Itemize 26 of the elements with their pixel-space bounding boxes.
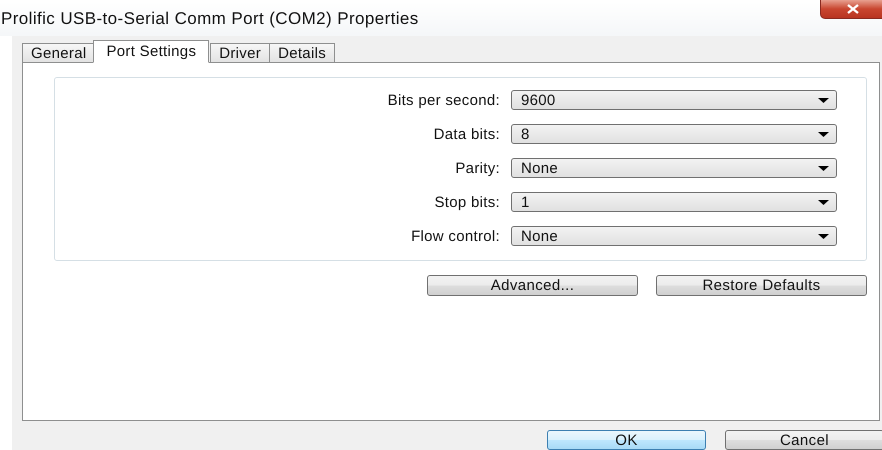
dropdown[interactable]: 1 [511,192,837,212]
dropdown[interactable]: 8 [511,124,837,144]
field-label: Bits per second: [388,92,500,108]
tab[interactable]: Driver [210,43,270,62]
dropdown-arrow-icon [818,166,829,170]
dropdown[interactable]: None [511,226,837,246]
field-label: Stop bits: [434,194,500,210]
button[interactable]: Restore Defaults [656,275,867,296]
field-label: Parity: [455,160,500,176]
dropdown-arrow-icon [818,200,829,204]
dropdown-arrow-icon [818,98,829,102]
dropdown-arrow-icon [818,132,829,136]
field-label: Data bits: [434,126,500,142]
dropdown[interactable]: 9600 [511,90,837,110]
tab[interactable]: Details [269,43,336,62]
tab[interactable]: General [22,43,96,62]
dropdown-arrow-icon [818,234,829,238]
tab[interactable]: Port Settings [93,40,210,63]
button[interactable]: Cancel [725,430,882,450]
button[interactable]: Advanced... [427,275,638,296]
button[interactable]: OK [547,430,706,450]
window-title: Prolific USB-to-Serial Comm Port (COM2) Properties [1,9,419,29]
field-label: Flow control: [411,228,500,244]
dropdown[interactable]: None [511,158,837,178]
close-button[interactable] [820,0,882,19]
close-icon [846,4,860,14]
